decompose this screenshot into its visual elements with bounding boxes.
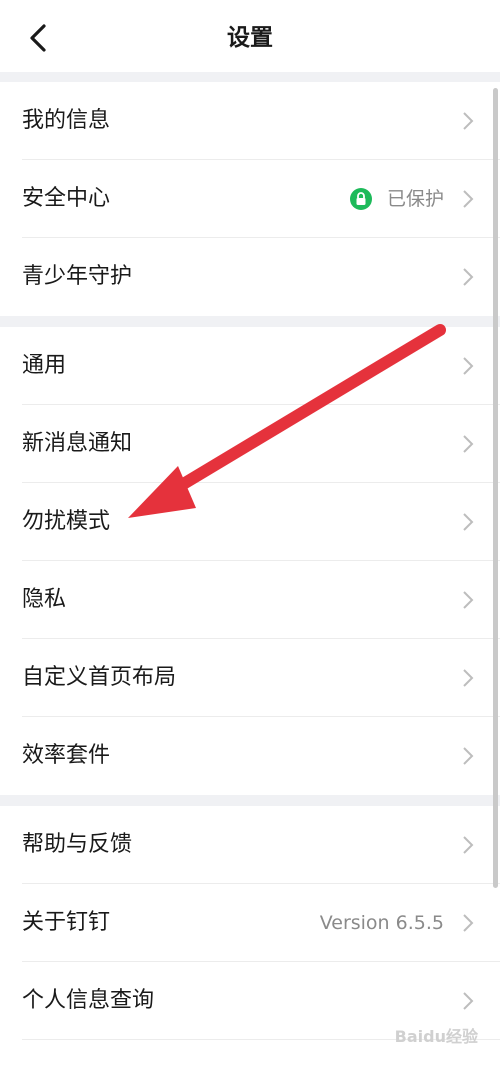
group-separator	[0, 316, 500, 327]
security-status: 已保护	[386, 188, 444, 210]
chevron-right-icon	[463, 268, 474, 286]
settings-item-notifications[interactable]: 新消息通知	[0, 405, 500, 483]
chevron-right-icon	[463, 190, 474, 208]
settings-item-my-info[interactable]: 我的信息	[0, 82, 500, 160]
settings-item-label: 个人信息查询	[22, 988, 155, 1013]
settings-item-label: 安全中心	[22, 186, 111, 211]
chevron-right-icon	[463, 669, 474, 687]
settings-item-do-not-disturb[interactable]: 勿扰模式	[0, 483, 500, 561]
group-separator	[0, 795, 500, 806]
settings-item-help-feedback[interactable]: 帮助与反馈	[0, 806, 500, 884]
settings-item-label: 效率套件	[22, 743, 111, 768]
settings-item-security-center[interactable]: 安全中心 已保护	[0, 160, 500, 238]
group-separator	[0, 72, 500, 82]
settings-item-youth-protection[interactable]: 青少年守护	[0, 238, 500, 316]
settings-item-label: 自定义首页布局	[22, 665, 177, 690]
settings-item-label: 我的信息	[22, 108, 111, 133]
chevron-right-icon	[463, 914, 474, 932]
chevron-right-icon	[463, 435, 474, 453]
version-value: Version 6.5.5	[319, 912, 444, 934]
watermark-logo: Baidu经验	[394, 1027, 478, 1046]
settings-item-label: 关于钉钉	[22, 910, 111, 935]
settings-item-general[interactable]: 通用	[0, 327, 500, 405]
settings-item-label: 隐私	[22, 587, 67, 612]
chevron-right-icon	[463, 112, 474, 130]
settings-item-label: 通用	[22, 353, 67, 378]
chevron-right-icon	[463, 747, 474, 765]
chevron-right-icon	[463, 836, 474, 854]
settings-item-label: 青少年守护	[22, 264, 133, 289]
page-title: 设置	[227, 25, 273, 51]
chevron-right-icon	[463, 992, 474, 1010]
settings-item-about[interactable]: 关于钉钉 Version 6.5.5	[0, 884, 500, 962]
settings-item-label: 勿扰模式	[22, 509, 111, 534]
header-bar: 设置	[0, 0, 500, 72]
settings-item-label: 帮助与反馈	[22, 832, 133, 857]
settings-item-custom-home-layout[interactable]: 自定义首页布局	[0, 639, 500, 717]
lock-shield-icon	[350, 188, 372, 210]
chevron-right-icon	[463, 513, 474, 531]
scrollbar[interactable]	[493, 88, 498, 888]
settings-item-efficiency-suite[interactable]: 效率套件	[0, 717, 500, 795]
chevron-right-icon	[463, 357, 474, 375]
settings-item-label: 新消息通知	[22, 431, 133, 456]
chevron-right-icon	[463, 591, 474, 609]
settings-item-privacy[interactable]: 隐私	[0, 561, 500, 639]
